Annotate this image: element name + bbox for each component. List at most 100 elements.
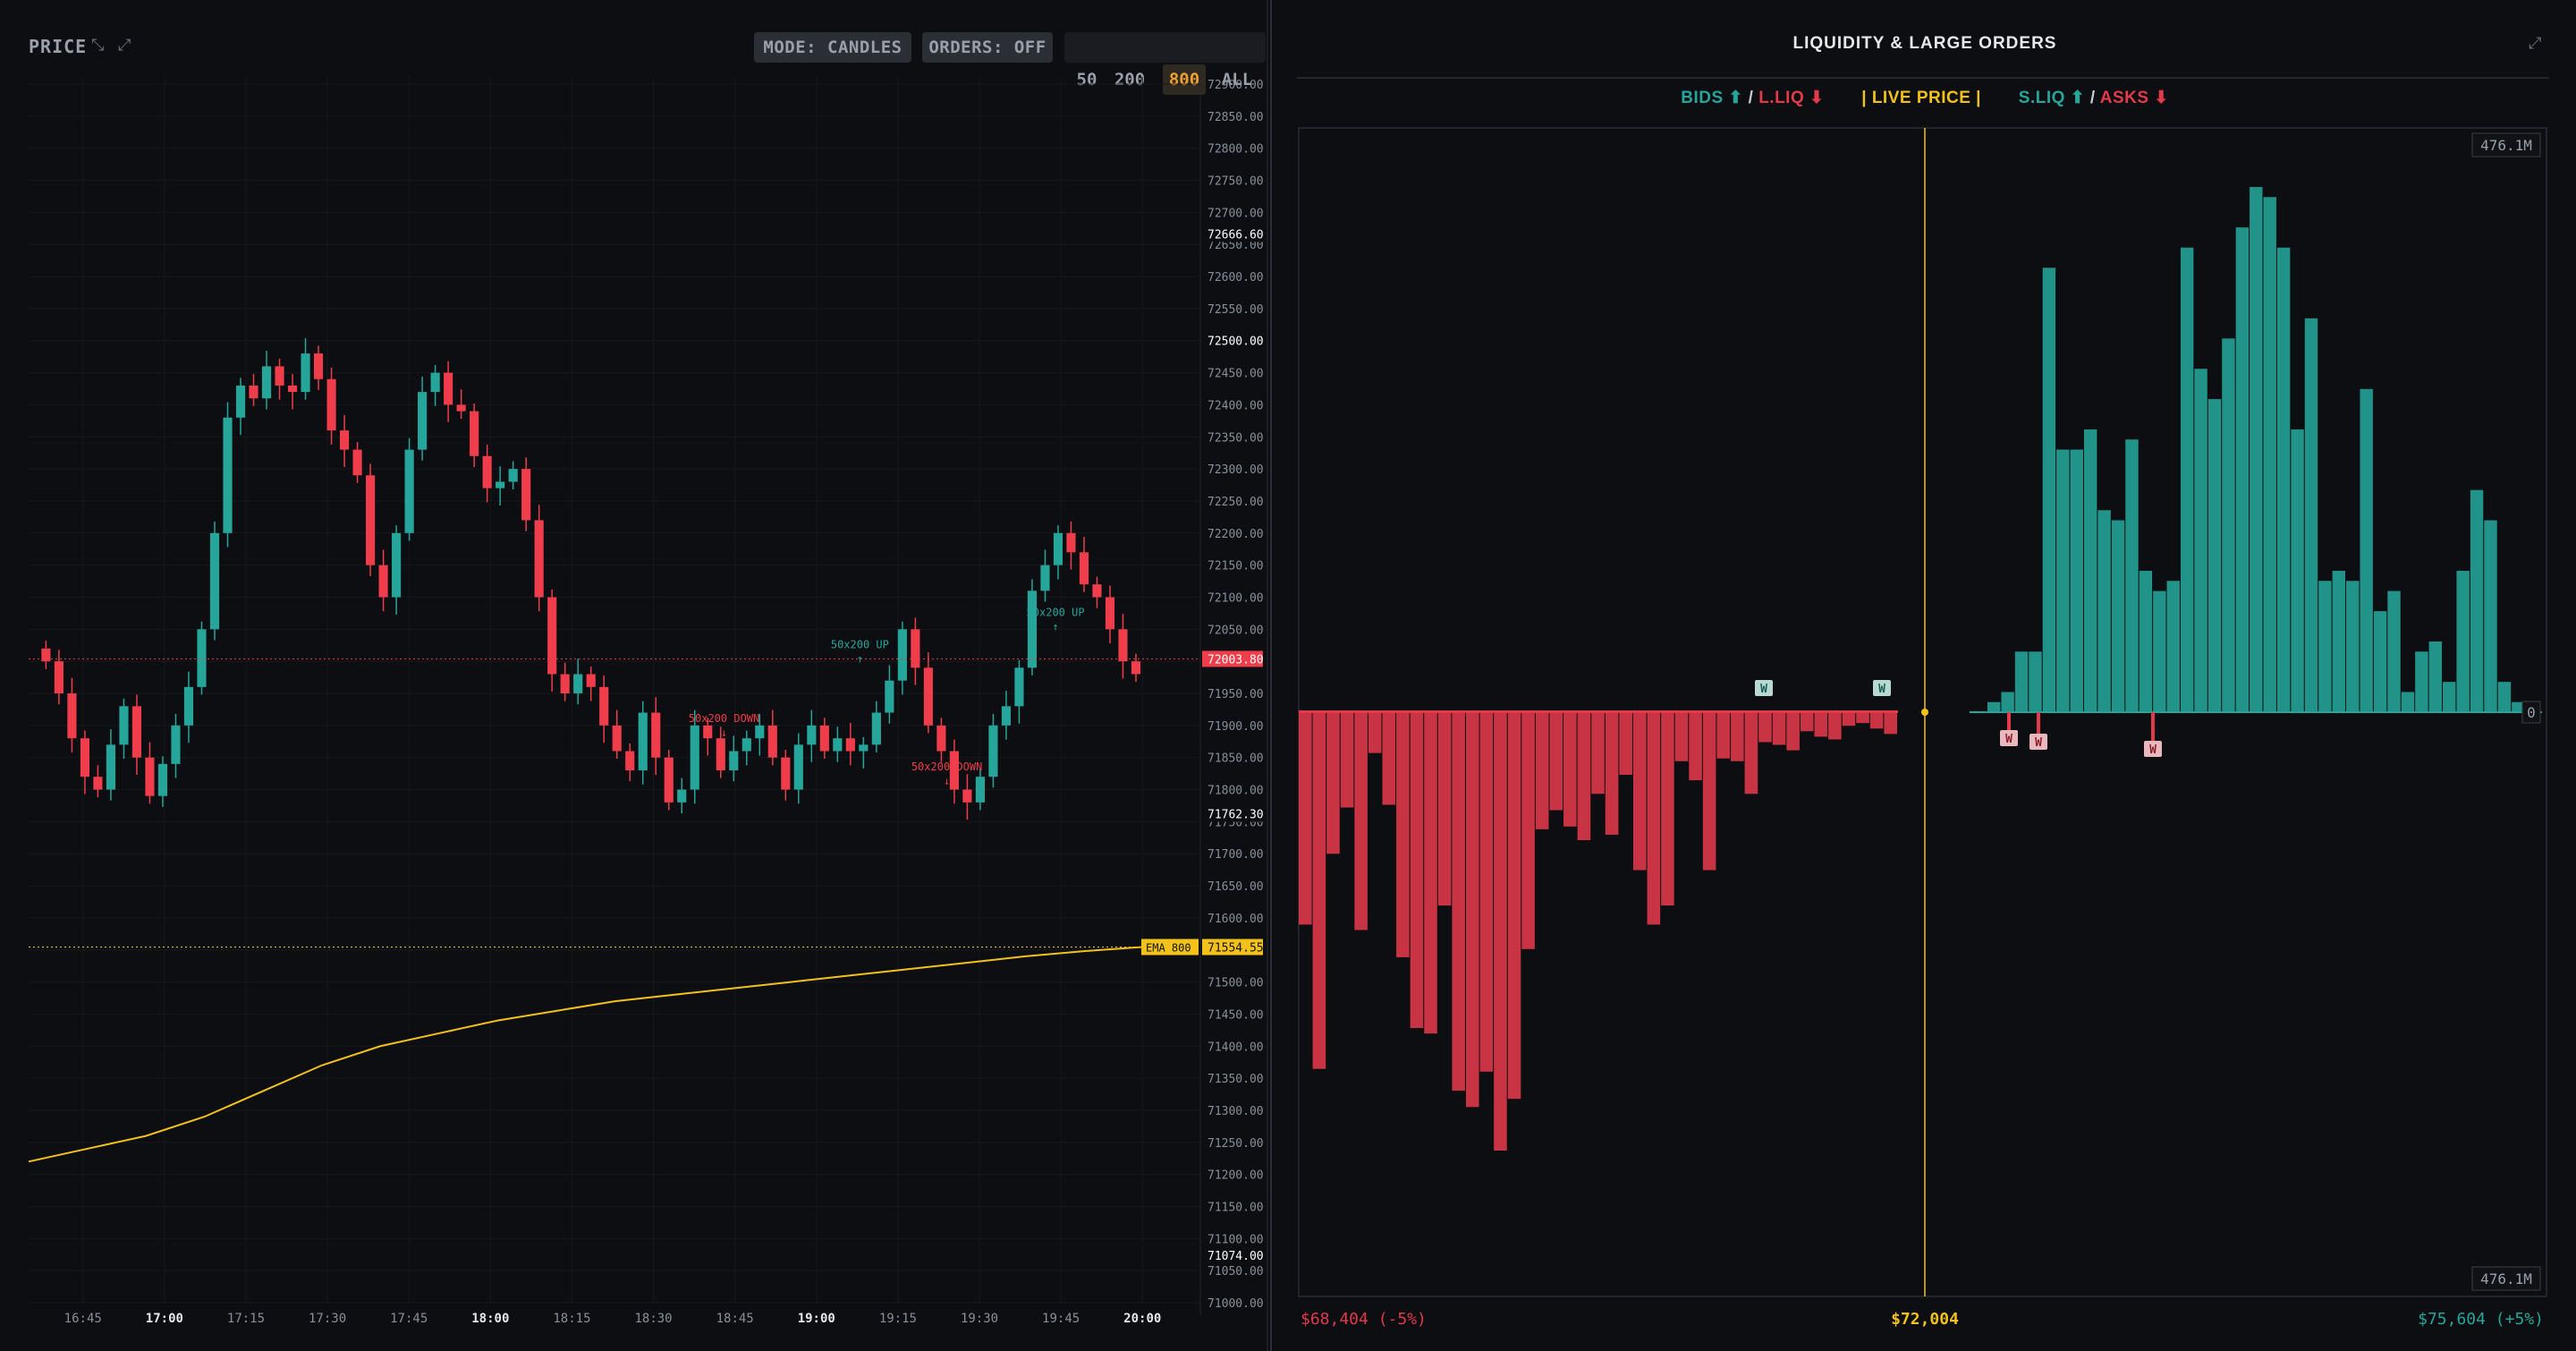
y-tick-label: 72650.00 xyxy=(1208,239,1264,252)
whale-marker-ask xyxy=(2144,741,2162,757)
whale-marker-ask xyxy=(2000,730,2018,746)
candle-body xyxy=(54,661,64,693)
bid-bar xyxy=(2029,651,2042,712)
bid-bar xyxy=(2125,439,2139,712)
ask-bar xyxy=(1396,712,1410,957)
legend-sliq: S.LIQ ⬆ xyxy=(2018,89,2086,107)
ask-baseline xyxy=(1299,710,1898,713)
x-tick-label: 18:30 xyxy=(634,1312,672,1326)
bid-bar xyxy=(2360,388,2373,712)
candle-body xyxy=(859,744,869,752)
candle-body xyxy=(1105,597,1115,630)
candle-body xyxy=(378,565,388,598)
y-tick-label: 72150.00 xyxy=(1208,560,1264,574)
candle-body xyxy=(470,411,479,456)
ask-bar xyxy=(1716,712,1731,759)
legend-sep: / xyxy=(1742,89,1759,107)
candle-body xyxy=(988,725,998,777)
ask-bar xyxy=(1632,712,1647,871)
whale-marker-label: W xyxy=(1878,683,1885,696)
y-highlight-label: 71762.30 xyxy=(1208,809,1264,822)
candle-body xyxy=(962,789,972,803)
max-label-box xyxy=(2471,132,2541,157)
candle-body xyxy=(1001,706,1012,726)
legend-asks: ASKS ⬇ xyxy=(2099,89,2169,107)
y-highlight-label: 72666.60 xyxy=(1208,228,1264,242)
x-center-label: $72,004 xyxy=(1891,1310,1959,1329)
range-option-50[interactable]: 50 xyxy=(1072,64,1102,95)
bid-bar xyxy=(2470,489,2484,712)
x-tick-label: 17:45 xyxy=(390,1312,428,1326)
bid-bar xyxy=(2001,692,2014,712)
current-price-label: 72003.80 xyxy=(1208,653,1264,667)
ask-bar xyxy=(1647,712,1661,925)
bid-bar xyxy=(2525,712,2538,713)
y-tick-label: 72250.00 xyxy=(1208,496,1264,509)
x-tick-label: 19:00 xyxy=(798,1312,835,1326)
ask-bar xyxy=(1354,712,1368,930)
x-tick-label: 18:45 xyxy=(716,1312,754,1326)
ask-bar xyxy=(1368,712,1382,753)
candle-body xyxy=(1118,629,1128,662)
chart-frame xyxy=(1298,127,2547,1297)
ask-bar xyxy=(1563,712,1577,827)
candle-body xyxy=(41,648,51,662)
whale-marker-ask xyxy=(2029,734,2047,750)
ask-bar xyxy=(1549,712,1563,811)
candle-body xyxy=(366,475,376,565)
bid-bar xyxy=(2250,187,2263,712)
whale-marker-label: W xyxy=(2005,733,2012,746)
collapse-icon[interactable]: ⤡ xyxy=(91,36,104,55)
x-tick-label: 19:15 xyxy=(879,1312,917,1326)
y-highlight-label: 72500.00 xyxy=(1208,336,1264,349)
bid-bar xyxy=(2373,611,2387,712)
signal-arrow: ↑ xyxy=(1052,620,1058,633)
candle-body xyxy=(781,757,791,790)
bid-bar xyxy=(2139,570,2153,712)
ema-line xyxy=(28,946,1143,1163)
range-option-all[interactable]: ALL xyxy=(1215,64,1259,95)
mode-button[interactable]: MODE: CANDLES xyxy=(754,32,911,63)
bid-bar xyxy=(2014,651,2029,712)
candle-body xyxy=(833,738,843,752)
candle-body xyxy=(171,725,181,764)
y-tick-label: 72750.00 xyxy=(1208,175,1264,189)
y-tick-label: 72500.00 xyxy=(1208,336,1264,349)
candle-body xyxy=(716,738,725,771)
range-option-800[interactable]: 800 xyxy=(1163,64,1206,95)
candle-body xyxy=(936,725,946,752)
candle-body xyxy=(599,686,609,726)
candle-body xyxy=(975,777,985,803)
candle-body xyxy=(885,680,894,713)
ask-bar xyxy=(1424,712,1437,1034)
candle-body xyxy=(664,757,674,803)
candle-body xyxy=(80,738,90,777)
candle-body xyxy=(560,674,570,693)
range-option-200[interactable]: 200 xyxy=(1107,64,1152,95)
bid-bar xyxy=(2291,429,2304,712)
ask-bar xyxy=(1465,712,1479,1108)
candle-body xyxy=(482,455,492,489)
ask-bar xyxy=(1619,712,1632,775)
liquidity-panel: LIQUIDITY & LARGE ORDERS ⤢ BIDS ⬆ / L.LI… xyxy=(1270,0,2576,1351)
expand-icon[interactable]: ⤢ xyxy=(118,36,131,55)
ask-bar xyxy=(1535,712,1549,829)
y-tick-label: 72000.00 xyxy=(1208,656,1264,669)
ema-value-bg xyxy=(1202,939,1263,956)
bid-bar xyxy=(2235,227,2250,713)
y-tick-label: 71500.00 xyxy=(1208,977,1264,990)
y-tick-label: 72350.00 xyxy=(1208,431,1264,445)
y-tick-label: 72700.00 xyxy=(1208,207,1264,220)
candle-body xyxy=(275,366,284,386)
x-tick-label: 17:30 xyxy=(309,1312,346,1326)
expand-icon[interactable]: ⤢ xyxy=(2529,34,2541,53)
orders-button[interactable]: ORDERS: OFF xyxy=(922,32,1053,63)
liquidity-chart: W W W W W 476.1M 476.1M 0 $68,404 (-5%) $72,004 $7… xyxy=(1298,127,2547,1329)
candle-body xyxy=(1040,565,1050,591)
ema-tag-bg xyxy=(1141,939,1199,956)
candle-body xyxy=(508,469,518,482)
y-tick-label: 71300.00 xyxy=(1208,1105,1264,1118)
price-panel-title: PRICE xyxy=(29,36,88,57)
bid-bar xyxy=(2194,369,2207,712)
ask-bar xyxy=(1410,712,1424,1029)
